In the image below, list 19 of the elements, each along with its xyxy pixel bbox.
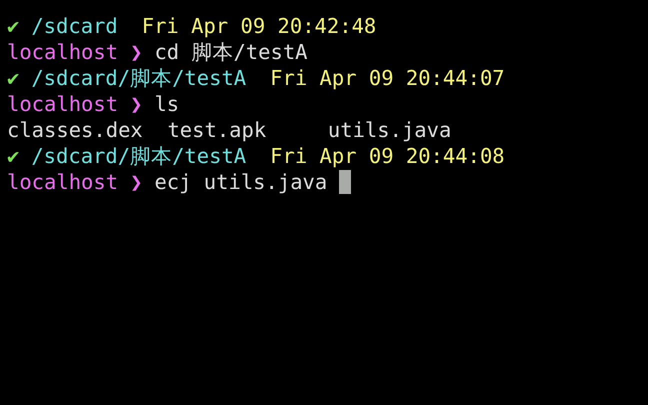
path-text: /sdcard/脚本/testA: [31, 66, 246, 90]
check-mark: ✔: [7, 66, 20, 90]
hostname: localhost: [7, 170, 118, 194]
command-text: ecj utils.java: [154, 170, 328, 194]
prompt-arrow: ❯: [130, 92, 142, 116]
hostname: localhost: [7, 40, 118, 64]
prompt-arrow: ❯: [130, 170, 142, 194]
prompt-arrow: ❯: [130, 40, 142, 64]
path-text: /sdcard/脚本/testA: [31, 144, 246, 168]
timestamp: Fri Apr 09 20:44:08: [270, 144, 505, 168]
command-text: cd 脚本/testA: [154, 40, 308, 64]
command-output: classes.dex test.apk utils.java: [7, 118, 452, 142]
command-text: ls: [154, 92, 180, 116]
hostname: localhost: [7, 92, 118, 116]
timestamp: Fri Apr 09 20:42:48: [142, 14, 376, 38]
timestamp: Fri Apr 09 20:44:07: [270, 66, 505, 90]
check-mark: ✔: [7, 14, 20, 38]
path-text: /sdcard: [31, 14, 118, 38]
check-mark: ✔: [7, 144, 20, 168]
